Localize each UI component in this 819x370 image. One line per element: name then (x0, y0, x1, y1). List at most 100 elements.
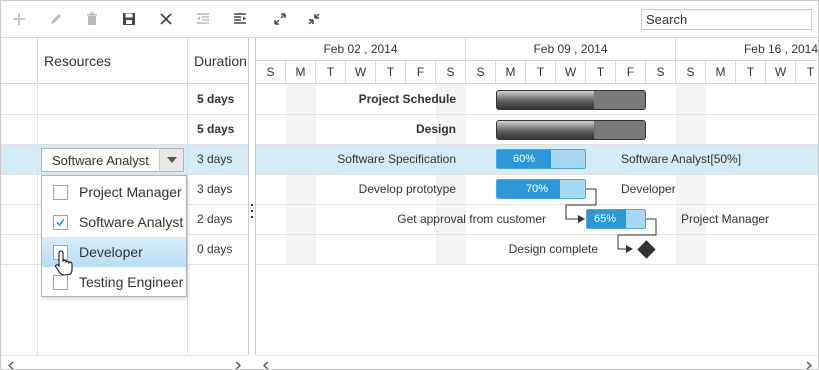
duration-cell[interactable]: 3 days (188, 175, 248, 205)
task-bar[interactable]: 65% (586, 209, 646, 229)
progress-label: 60% (512, 153, 536, 165)
duration-cell[interactable]: 0 days (188, 235, 248, 265)
day-label: S (436, 61, 466, 84)
timeline-week-header: Feb 02 , 2014 Feb 09 , 2014 Feb 16 , 201… (256, 38, 818, 61)
milestone-diamond[interactable] (637, 240, 656, 259)
resource-option-project-manager[interactable]: Project Manager (42, 177, 186, 207)
gantt-control: Resources Duration 5 days 5 days 3 days … (0, 0, 819, 370)
duration-cell[interactable]: 2 days (188, 205, 248, 235)
delete-button[interactable] (81, 9, 103, 29)
indent-icon (234, 13, 246, 24)
row-header-column (1, 38, 38, 84)
scroll-left-icon[interactable] (7, 359, 15, 369)
outdent-button[interactable] (192, 9, 214, 29)
chart-row: Design (256, 115, 818, 145)
task-name-label: Project Schedule (358, 92, 456, 106)
toolbar (1, 1, 818, 38)
week-label: Feb 09 , 2014 (466, 38, 676, 61)
task-name-label: Software Specification (337, 152, 456, 166)
day-label: F (406, 61, 436, 84)
day-label: M (496, 61, 526, 84)
checkbox[interactable] (53, 185, 68, 200)
column-header-resources[interactable]: Resources (38, 38, 188, 84)
day-label: S (646, 61, 676, 84)
task-bar[interactable]: 70% (496, 179, 586, 199)
collapse-all-button[interactable] (303, 9, 325, 29)
table-row[interactable]: 5 days (1, 115, 248, 145)
grid-header: Resources Duration (1, 38, 248, 84)
resources-cell[interactable] (38, 85, 188, 115)
splitter[interactable] (248, 38, 256, 355)
resource-label: Software Analyst[50%] (621, 152, 742, 166)
indent-button[interactable] (229, 9, 251, 29)
grid-horizontal-scrollbar[interactable] (1, 355, 248, 369)
day-label: S (676, 61, 706, 84)
day-label: W (346, 61, 376, 84)
task-name-label: Design complete (508, 242, 598, 256)
day-label: T (796, 61, 818, 84)
hand-cursor-icon (55, 250, 73, 275)
progress-label: 65% (593, 213, 617, 225)
plus-icon (13, 13, 25, 25)
collapse-icon (308, 13, 320, 25)
progress-label: 70% (525, 183, 549, 195)
day-label: W (556, 61, 586, 84)
day-label: T (316, 61, 346, 84)
day-label: T (736, 61, 766, 84)
chart-horizontal-scrollbar[interactable] (256, 355, 818, 369)
chevron-down-icon (166, 157, 177, 163)
task-name-label: Develop prototype (358, 182, 456, 196)
chart-row-selected: Software Specification 60% Software Anal… (256, 145, 818, 175)
day-label: S (466, 61, 496, 84)
close-icon (160, 13, 172, 25)
save-icon (123, 13, 135, 25)
add-button[interactable] (8, 9, 30, 29)
chart-row: Design complete (256, 235, 818, 265)
timeline-day-header: S M T W T F S S M T W T F S S M T W T (256, 61, 818, 84)
day-label: W (766, 61, 796, 84)
checkbox[interactable] (53, 275, 68, 290)
duration-cell[interactable]: 3 days (188, 145, 248, 175)
parent-task-bar[interactable] (496, 120, 646, 140)
checkmark-icon (56, 218, 65, 227)
chart-row: Develop prototype 70% Developer (256, 175, 818, 205)
resource-label: Developer (621, 182, 676, 196)
day-label: M (706, 61, 736, 84)
trash-icon (87, 12, 97, 25)
week-label: Feb 16 , 2014 (743, 42, 818, 56)
day-label: T (586, 61, 616, 84)
resources-dropdown[interactable]: Software Analyst (41, 148, 184, 172)
duration-cell[interactable]: 5 days (188, 115, 248, 145)
edit-button[interactable] (45, 9, 67, 29)
parent-task-bar[interactable] (496, 90, 646, 110)
scroll-right-icon[interactable] (234, 359, 242, 369)
resource-option-software-analyst[interactable]: Software Analyst (42, 207, 186, 237)
day-label: T (376, 61, 406, 84)
resources-popup: Project Manager Software Analyst Develop… (41, 175, 187, 297)
table-row[interactable]: 5 days (1, 85, 248, 115)
outdent-icon (197, 13, 209, 24)
task-bar[interactable]: 60% (496, 149, 586, 169)
resources-dropdown-value: Software Analyst (52, 153, 149, 168)
dropdown-toggle-button[interactable] (159, 149, 183, 171)
day-label: T (526, 61, 556, 84)
day-label: F (616, 61, 646, 84)
scroll-left-icon[interactable] (262, 359, 270, 369)
resources-cell[interactable] (38, 115, 188, 145)
column-header-duration[interactable]: Duration (188, 38, 248, 84)
day-label: M (286, 61, 316, 84)
checkbox[interactable] (53, 215, 68, 230)
expand-icon (274, 13, 286, 25)
update-button[interactable] (118, 9, 140, 29)
splitter-handle[interactable] (250, 204, 254, 218)
task-name-label: Design (415, 122, 456, 136)
task-name-label: Get approval from customer (397, 212, 546, 226)
scroll-right-icon[interactable] (805, 359, 813, 369)
resource-label: Project Manager (681, 212, 770, 226)
duration-cell[interactable]: 5 days (188, 85, 248, 115)
expand-all-button[interactable] (269, 9, 291, 29)
chart-row: Get approval from customer 65% Project M… (256, 205, 818, 235)
search-input[interactable] (641, 9, 812, 30)
gantt-chart: Feb 02 , 2014 Feb 09 , 2014 Feb 16 , 201… (256, 38, 818, 355)
cancel-button[interactable] (155, 9, 177, 29)
